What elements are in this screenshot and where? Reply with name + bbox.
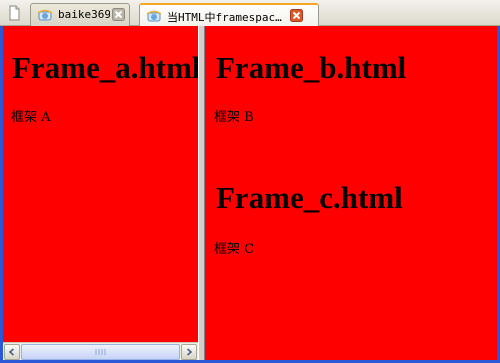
arrow-right-icon[interactable] — [181, 344, 197, 360]
frame-b-heading: Frame_b.html — [216, 50, 407, 85]
close-icon[interactable] — [290, 9, 303, 22]
tab-title: 当HTML中framespac… — [167, 11, 282, 24]
frame-c[interactable]: Frame_c.html 框架 C — [205, 156, 497, 360]
frame-c-text: 框架 C — [214, 242, 255, 257]
frame-b[interactable]: Frame_b.html 框架 B — [205, 26, 497, 156]
horizontal-scrollbar[interactable] — [3, 342, 198, 360]
frame-a[interactable]: Frame_a.html 框架 A — [3, 26, 198, 360]
tab-baike369[interactable]: baike369 — [30, 3, 130, 26]
tab-title: baike369 — [58, 8, 110, 21]
page-content: Frame_a.html 框架 A Frame_b.html 框架 B Fram… — [3, 26, 497, 360]
frame-c-heading: Frame_c.html — [216, 180, 403, 215]
frame-a-text: 框架 A — [11, 110, 51, 125]
new-page-icon[interactable] — [4, 4, 24, 22]
ie-globe-icon — [146, 8, 162, 24]
frame-b-text: 框架 B — [214, 110, 254, 125]
scrollbar-thumb[interactable] — [21, 344, 180, 360]
tab-current[interactable]: 当HTML中framespac… — [139, 3, 319, 27]
close-icon[interactable] — [112, 8, 125, 21]
frame-a-heading: Frame_a.html — [12, 50, 198, 85]
frame-splitter[interactable] — [198, 26, 205, 360]
browser-window: baike369 当HTML中framespac… Frame_a.html 框… — [0, 0, 500, 363]
ie-globe-icon — [37, 7, 53, 23]
tab-strip: baike369 当HTML中framespac… — [0, 0, 500, 27]
arrow-left-icon[interactable] — [4, 344, 20, 360]
grip-icon — [95, 349, 106, 355]
